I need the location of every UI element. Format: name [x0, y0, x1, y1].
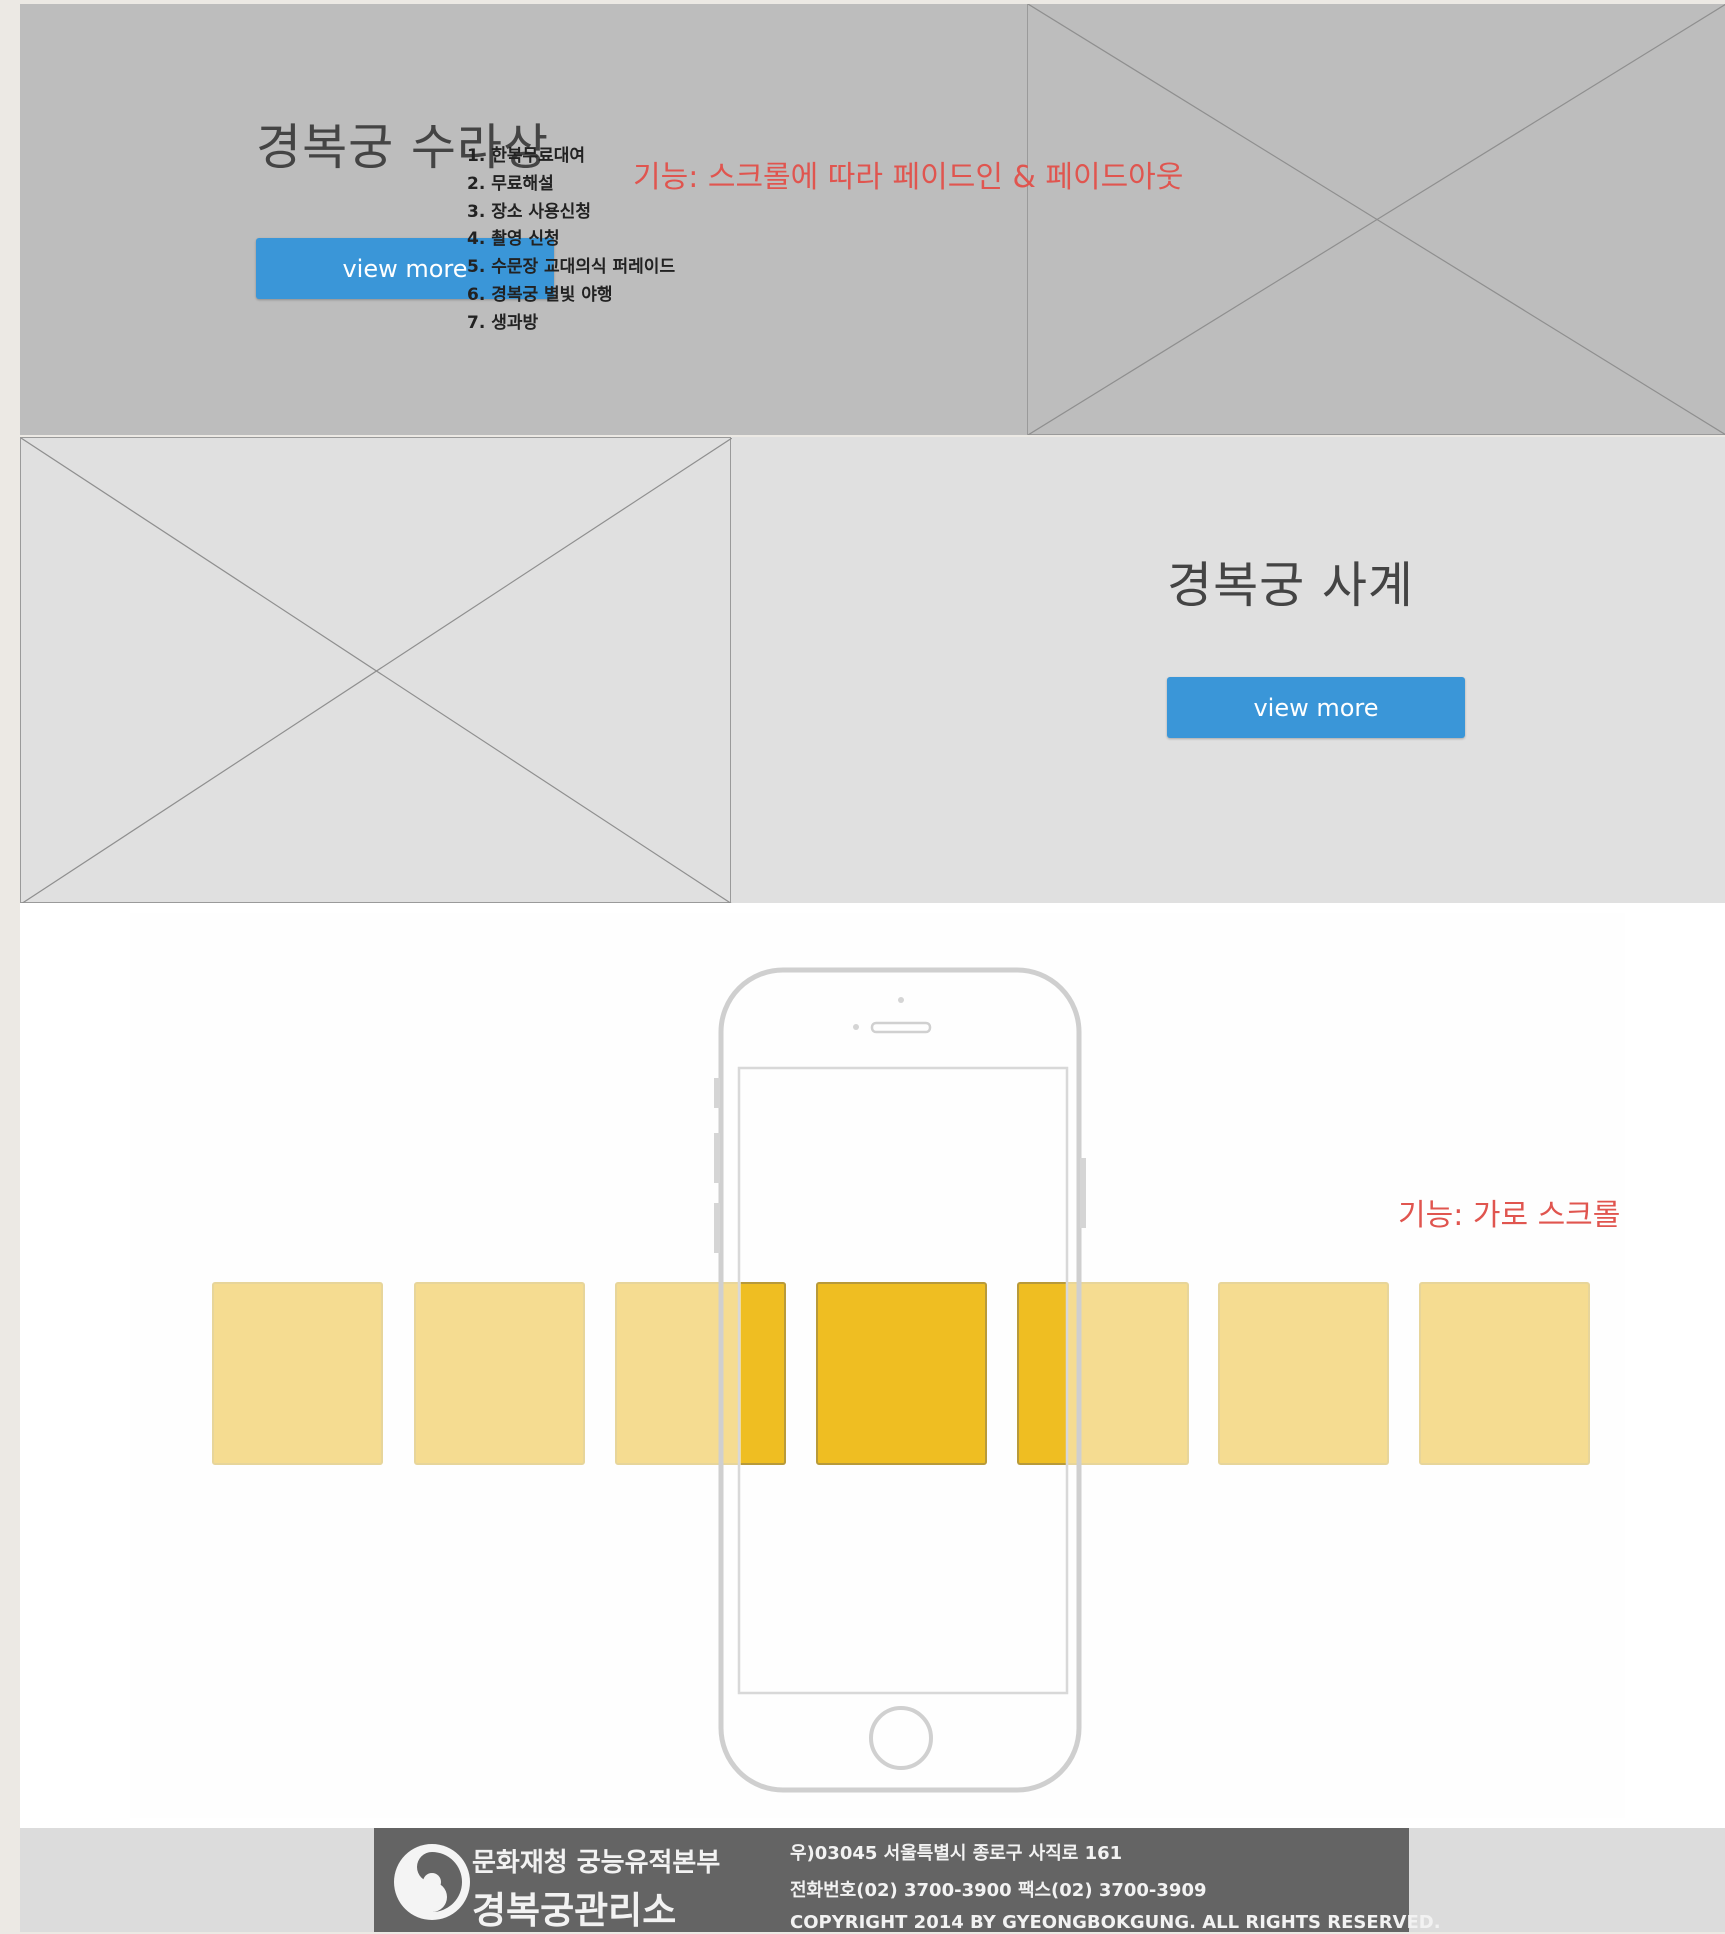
feature-note-horizontal-scroll: 기능: 가로 스크롤: [1398, 1198, 1621, 1233]
footer-phone: 전화번호(02) 3700-3900 팩스(02) 3700-3909: [790, 1880, 1207, 1901]
program-list: 1. 한복무료대여 2. 무료해설 3. 장소 사용신청 4. 촬영 신청 5.…: [467, 143, 675, 338]
list-item[interactable]: 3. 장소 사용신청: [467, 199, 675, 227]
program-card[interactable]: [1419, 1282, 1590, 1465]
program-card[interactable]: [1218, 1282, 1389, 1465]
placeholder-cross-icon: [21, 438, 732, 904]
feature-note-fade: 기능: 스크롤에 따라 페이드인 & 페이드아웃: [633, 160, 1184, 195]
list-item[interactable]: 1. 한복무료대여: [467, 143, 675, 171]
list-item[interactable]: 4. 촬영 신청: [467, 226, 675, 254]
section-sagye: [20, 437, 1725, 904]
program-card[interactable]: [414, 1282, 585, 1465]
footer-address: 우)03045 서울특별시 종로구 사직로 161: [790, 1843, 1123, 1864]
taegeuk-logo-icon: [394, 1844, 470, 1920]
section-title-sagye: 경복궁 사계: [1167, 557, 1414, 614]
placeholder-cross-icon: [1028, 4, 1725, 435]
phone-mockup-icon: [714, 967, 1086, 1793]
list-item[interactable]: 5. 수문장 교대의식 퍼레이드: [467, 254, 675, 282]
list-item[interactable]: 6. 경복궁 별빛 야행: [467, 282, 675, 310]
footer-copyright: COPYRIGHT 2014 BY GYEONGBOKGUNG. ALL RIG…: [790, 1912, 1441, 1933]
footer-org-line1: 문화재청 궁능유적본부: [472, 1848, 721, 1878]
section-surasang: [20, 4, 1725, 435]
footer-org-line2: 경복궁관리소: [472, 1889, 677, 1932]
sagye-view-more-button[interactable]: view more: [1167, 677, 1465, 738]
image-placeholder: [20, 437, 732, 904]
list-item[interactable]: 2. 무료해설: [467, 171, 675, 199]
program-card[interactable]: [212, 1282, 383, 1465]
list-item[interactable]: 7. 생과방: [467, 310, 675, 338]
image-placeholder: [1027, 4, 1725, 435]
